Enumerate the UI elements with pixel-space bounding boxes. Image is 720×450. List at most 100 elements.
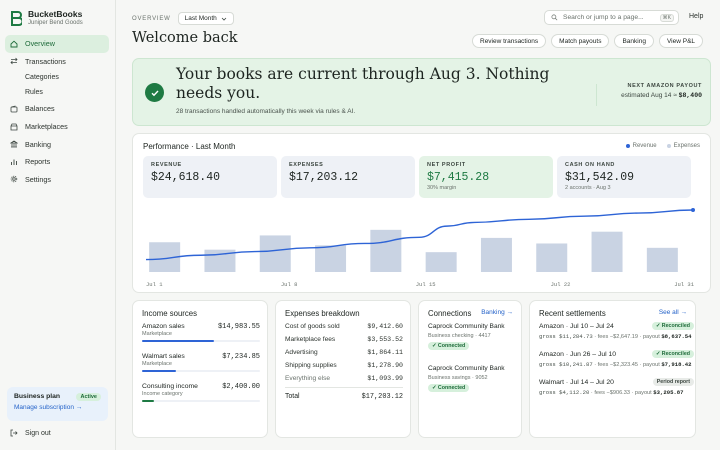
sidebar-item-settings[interactable]: Settings (5, 171, 109, 189)
x-tick-label: Jul 22 (551, 281, 571, 288)
expense-row: Everything else $1,093.99 (285, 375, 403, 382)
sidebar-nav: Overview Transactions Categories Rules B… (5, 35, 109, 188)
sidebar-item-label: Reports (25, 157, 51, 167)
sidebar-item-label: Banking (25, 139, 51, 149)
expense-bar (646, 247, 678, 272)
banking-link[interactable]: Banking → (481, 309, 513, 316)
chart-legend: Revenue Expenses (625, 143, 700, 149)
income-bar-fill (142, 400, 154, 402)
banner-subtitle: 28 transactions handled automatically th… (176, 108, 356, 115)
kpi-label: NET PROFIT (427, 162, 466, 168)
connected-badge: ✓ Connected (428, 342, 470, 350)
connected-badge: ✓ Connected (428, 384, 470, 392)
view-pl-button[interactable]: View P&L (658, 34, 704, 48)
income-bar (142, 400, 260, 402)
sign-out-button[interactable]: Sign out (10, 429, 51, 437)
income-amount: $7,234.85 (222, 353, 260, 361)
connection-name: Caprock Community Bank (428, 365, 505, 372)
expense-row: Shipping supplies $1,278.90 (285, 362, 403, 369)
settlement-detail: gross $11,284.73 · fees −$2,647.19 · pay… (539, 333, 692, 340)
help-link[interactable]: Help (689, 13, 703, 20)
brand[interactable]: BucketBooks Juniper Bend Goods (10, 9, 83, 27)
kpi-row: REVENUE $24,618.40 EXPENSES $17,203.12 N… (143, 156, 691, 198)
income-title: Income sources (142, 309, 198, 318)
kpi-net-profit: NET PROFIT $7,415.28 30% margin (419, 156, 553, 198)
check-icon (145, 83, 164, 102)
home-icon (10, 40, 18, 48)
settlement-detail: gross $10,241.87 · fees −$2,323.45 · pay… (539, 361, 692, 368)
kpi-value: $31,542.09 (565, 171, 635, 184)
connection-item[interactable]: Caprock Community Bank Business savings … (428, 365, 513, 392)
x-tick-label: Jul 31 (674, 281, 695, 288)
expense-row: Marketplace fees $3,553.52 (285, 336, 403, 343)
next-payout-prefix: estimated Aug 14 ≈ (621, 92, 677, 99)
kpi-revenue: REVENUE $24,618.40 (143, 156, 277, 198)
main-content: OVERVIEW Last Month Search or jump to a … (117, 0, 720, 450)
expenses-breakdown-card: Expenses breakdown Cost of goods sold $9,… (275, 300, 411, 438)
search-input[interactable]: Search or jump to a page... ⌘K (544, 10, 679, 25)
sign-out-label: Sign out (25, 429, 51, 437)
kpi-value: $17,203.12 (289, 171, 359, 184)
income-row[interactable]: Amazon sales Marketplace $14,983.55 (142, 323, 260, 342)
period-report-badge: Period report (652, 378, 694, 386)
income-sub: Marketplace (142, 331, 172, 337)
quick-actions: Review transactions Match payouts Bankin… (472, 34, 704, 48)
sidebar-item-overview[interactable]: Overview (5, 35, 109, 53)
sidebar-item-reports[interactable]: Reports (5, 153, 109, 171)
performance-card: Performance · Last Month Revenue Expense… (132, 133, 711, 293)
revenue-end-point (691, 208, 695, 212)
income-amount: $2,400.00 (222, 383, 260, 391)
banking-button[interactable]: Banking (614, 34, 654, 48)
divider (596, 84, 597, 106)
income-bar (142, 370, 260, 372)
sidebar-item-label: Overview (25, 39, 55, 49)
income-row[interactable]: Walmart sales Marketplace $7,234.85 (142, 353, 260, 372)
expense-row: Advertising $1,864.11 (285, 349, 403, 356)
sidebar-item-label: Transactions (25, 56, 66, 66)
connection-name: Caprock Community Bank (428, 323, 505, 330)
sidebar-item-marketplaces[interactable]: Marketplaces (5, 118, 109, 136)
income-bar-fill (142, 340, 214, 342)
expense-bar (425, 252, 457, 272)
income-row[interactable]: Consulting income Income category $2,400… (142, 383, 260, 402)
expense-bar (591, 231, 623, 272)
sidebar-item-banking[interactable]: Banking (5, 135, 109, 153)
expense-total-row: Total $17,203.12 (285, 387, 403, 401)
wallet-icon (10, 105, 18, 113)
review-transactions-button[interactable]: Review transactions (472, 34, 547, 48)
settlement-row[interactable]: Walmart · Jul 14 – Jul 20 Period report … (539, 378, 694, 396)
next-payout-estimate: estimated Aug 14 ≈ $8,400 (621, 92, 702, 99)
kpi-expenses: EXPENSES $17,203.12 (281, 156, 415, 198)
brand-name: BucketBooks (28, 9, 83, 19)
expense-bar (315, 245, 347, 272)
legend-revenue: Revenue (625, 143, 657, 149)
kpi-note: 2 accounts · Aug 3 (565, 185, 611, 191)
settlement-row[interactable]: Amazon · Jul 10 – Jul 24 ✓ Reconciled gr… (539, 322, 694, 340)
kpi-value: $7,415.28 (427, 171, 490, 184)
connection-item[interactable]: Caprock Community Bank Business checking… (428, 323, 513, 350)
performance-title: Performance · Last Month (143, 142, 236, 151)
sidebar-item-transactions[interactable]: Transactions (5, 53, 109, 71)
sign-out-icon (10, 429, 18, 437)
kpi-cash-on-hand: CASH ON HAND $31,542.09 2 accounts · Aug… (557, 156, 691, 198)
match-payouts-button[interactable]: Match payouts (551, 34, 610, 48)
topbar: OVERVIEW Last Month (132, 12, 234, 25)
see-all-link[interactable]: See all → (659, 309, 687, 316)
expense-bar (259, 235, 291, 272)
connections-card: Connections Banking → Caprock Community … (418, 300, 522, 438)
bar-chart-icon (11, 159, 17, 165)
sidebar-item-balances[interactable]: Balances (5, 100, 109, 118)
bank-icon (10, 140, 18, 148)
sidebar-item-categories[interactable]: Categories (5, 70, 109, 85)
manage-subscription-link[interactable]: Manage subscription → (14, 404, 101, 411)
kpi-label: CASH ON HAND (565, 162, 615, 168)
status-banner: Your books are current through Aug 3. No… (132, 58, 711, 126)
income-amount: $14,983.55 (217, 323, 260, 331)
search-icon (551, 14, 558, 21)
sidebar-item-rules[interactable]: Rules (5, 85, 109, 100)
store-icon (10, 123, 18, 130)
period-select[interactable]: Last Month (177, 12, 234, 25)
connection-account: Business savings · 9052 (428, 375, 488, 381)
settlement-row[interactable]: Amazon · Jun 26 – Jul 10 ✓ Reconciled gr… (539, 350, 694, 368)
kpi-label: EXPENSES (289, 162, 324, 168)
